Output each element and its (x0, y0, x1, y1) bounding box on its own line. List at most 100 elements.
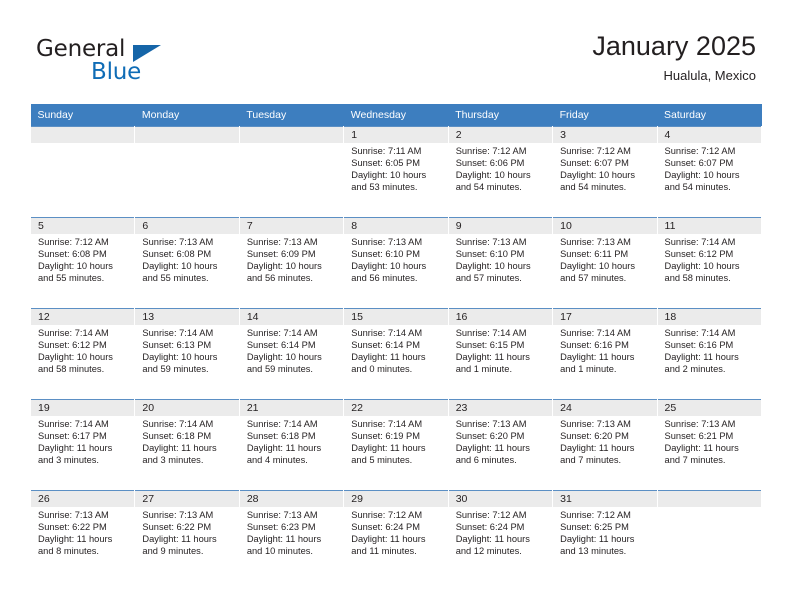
sunrise-text: Sunrise: 7:12 AM (38, 237, 109, 247)
day-number: 20 (135, 400, 239, 416)
daylight-text-line1: Daylight: 10 hours (246, 351, 322, 362)
day-details: Sunrise: 7:14 AM Sunset: 6:16 PM Daylight:… (553, 325, 656, 376)
calendar-cell-day: 26 Sunrise: 7:13 AM Sunset: 6:22 PM Dayligh… (31, 491, 135, 581)
calendar-cell[interactable]: 20 Sunrise: 7:14 AM Sunset: 6:18 PM Dayligh… (134, 399, 240, 491)
daylight-text-line1: Daylight: 11 hours (246, 442, 322, 453)
calendar-cell[interactable]: 10 Sunrise: 7:13 AM Sunset: 6:11 PM Dayligh… (552, 217, 658, 309)
calendar-cell[interactable]: 28 Sunrise: 7:13 AM Sunset: 6:23 PM Dayligh… (238, 490, 345, 581)
daylight-text-line2: and 3 minutes. (142, 454, 204, 465)
calendar-cell[interactable]: 29 Sunrise: 7:12 AM Sunset: 6:24 PM Dayligh… (343, 490, 449, 581)
daylight-text-line2: and 7 minutes. (664, 454, 726, 465)
day-number: 22 (344, 400, 448, 416)
calendar-cell[interactable]: 26 Sunrise: 7:13 AM Sunset: 6:22 PM Dayligh… (29, 490, 136, 581)
day-number: 10 (553, 218, 657, 234)
day-details: Sunrise: 7:12 AM Sunset: 6:07 PM Daylight:… (553, 143, 656, 194)
sunset-text: Sunset: 6:10 PM (455, 248, 525, 259)
brand-name-blue: Blue (91, 59, 142, 85)
calendar-cell-day: 3 Sunrise: 7:12 AM Sunset: 6:07 PM Daylight… (553, 127, 657, 217)
day-number (657, 491, 761, 507)
daylight-text-line1: Daylight: 11 hours (142, 533, 217, 544)
day-details: Sunrise: 7:14 AM Sunset: 6:17 PM Daylight:… (31, 416, 134, 467)
calendar-cell[interactable]: 18 Sunrise: 7:14 AM Sunset: 6:16 PM Dayligh… (656, 308, 763, 400)
day-details (240, 143, 343, 146)
page-header: General Blue January 2025 Hualula, Mexic… (0, 0, 792, 100)
calendar-cell-day: 7 Sunrise: 7:13 AM Sunset: 6:09 PM Daylight… (239, 218, 344, 308)
calendar-cell[interactable]: 22 Sunrise: 7:14 AM Sunset: 6:19 PM Dayligh… (343, 399, 449, 491)
day-number: 26 (31, 491, 135, 507)
day-details: Sunrise: 7:13 AM Sunset: 6:20 PM Daylight:… (553, 416, 656, 467)
calendar-cell-day: 11 Sunrise: 7:14 AM Sunset: 6:12 PM Dayligh… (657, 218, 761, 308)
sunset-text: Sunset: 6:13 PM (142, 339, 212, 350)
sunrise-text: Sunrise: 7:11 AM (351, 146, 422, 156)
calendar-cell-day: 18 Sunrise: 7:14 AM Sunset: 6:16 PM Dayligh… (657, 309, 761, 399)
calendar-cell[interactable]: 16 Sunrise: 7:14 AM Sunset: 6:15 PM Dayligh… (447, 308, 554, 400)
day-number: 27 (135, 491, 239, 507)
calendar-cell-day: 1 Sunrise: 7:11 AM Sunset: 6:05 PM Daylight… (344, 127, 448, 217)
calendar-cell[interactable]: 9 Sunrise: 7:13 AM Sunset: 6:10 PM Daylight… (447, 217, 554, 309)
sunrise-text: Sunrise: 7:13 AM (246, 237, 318, 247)
weekday-header-friday: Friday (552, 104, 658, 127)
calendar-cell[interactable]: 17 Sunrise: 7:14 AM Sunset: 6:16 PM Dayligh… (552, 308, 658, 400)
calendar-cell[interactable]: 30 Sunrise: 7:12 AM Sunset: 6:24 PM Dayligh… (447, 490, 554, 581)
calendar-cell[interactable]: 6 Sunrise: 7:13 AM Sunset: 6:08 PM Daylight… (134, 217, 240, 309)
calendar-table: Sunday Monday Tuesday Wednesday Thursday… (29, 104, 763, 581)
sunset-text: Sunset: 6:18 PM (246, 430, 316, 441)
daylight-text-line1: Daylight: 11 hours (38, 442, 113, 453)
calendar-cell[interactable]: 5 Sunrise: 7:12 AM Sunset: 6:08 PM Daylight… (29, 217, 136, 309)
calendar-cell[interactable] (29, 126, 136, 218)
calendar-cell[interactable]: 15 Sunrise: 7:14 AM Sunset: 6:14 PM Dayligh… (343, 308, 449, 400)
sunset-text: Sunset: 6:21 PM (664, 430, 734, 441)
calendar-cell[interactable]: 3 Sunrise: 7:12 AM Sunset: 6:07 PM Daylight… (552, 126, 658, 218)
sunrise-text: Sunrise: 7:13 AM (246, 510, 318, 520)
calendar-cell[interactable]: 27 Sunrise: 7:13 AM Sunset: 6:22 PM Dayligh… (134, 490, 240, 581)
daylight-text-line1: Daylight: 10 hours (38, 260, 113, 271)
calendar-cell[interactable] (134, 126, 240, 218)
daylight-text-line2: and 1 minute. (455, 363, 513, 374)
sunset-text: Sunset: 6:05 PM (351, 157, 420, 168)
calendar-cell-day: 5 Sunrise: 7:12 AM Sunset: 6:08 PM Daylight… (31, 218, 135, 308)
sunrise-text: Sunrise: 7:13 AM (351, 237, 423, 247)
sunset-text: Sunset: 6:20 PM (455, 430, 525, 441)
sunrise-text: Sunrise: 7:12 AM (351, 510, 423, 520)
day-details: Sunrise: 7:13 AM Sunset: 6:22 PM Daylight:… (135, 507, 238, 558)
calendar-cell[interactable]: 31 Sunrise: 7:12 AM Sunset: 6:25 PM Dayligh… (552, 490, 658, 581)
calendar-cell[interactable]: 24 Sunrise: 7:13 AM Sunset: 6:20 PM Dayligh… (552, 399, 658, 491)
calendar-cell[interactable]: 4 Sunrise: 7:12 AM Sunset: 6:07 PM Daylight… (656, 126, 763, 218)
calendar-cell[interactable]: 14 Sunrise: 7:14 AM Sunset: 6:14 PM Dayligh… (238, 308, 345, 400)
sunrise-text: Sunrise: 7:14 AM (38, 419, 109, 429)
sunrise-text: Sunrise: 7:13 AM (664, 419, 736, 429)
calendar-cell[interactable]: 21 Sunrise: 7:14 AM Sunset: 6:18 PM Dayligh… (238, 399, 345, 491)
calendar-cell[interactable]: 25 Sunrise: 7:13 AM Sunset: 6:21 PM Dayligh… (656, 399, 763, 491)
calendar-cell[interactable]: 8 Sunrise: 7:13 AM Sunset: 6:10 PM Daylight… (343, 217, 449, 309)
calendar-cell[interactable]: 1 Sunrise: 7:11 AM Sunset: 6:05 PM Daylight… (343, 126, 449, 218)
weekday-header-wednesday: Wednesday (343, 104, 449, 127)
day-details: Sunrise: 7:12 AM Sunset: 6:24 PM Daylight:… (449, 507, 552, 558)
day-details: Sunrise: 7:13 AM Sunset: 6:23 PM Daylight:… (240, 507, 343, 558)
calendar-cell[interactable]: 7 Sunrise: 7:13 AM Sunset: 6:09 PM Daylight… (238, 217, 345, 309)
sunset-text: Sunset: 6:23 PM (246, 521, 316, 532)
sunrise-text: Sunrise: 7:13 AM (560, 419, 631, 429)
calendar-cell-day: 12 Sunrise: 7:14 AM Sunset: 6:12 PM Dayligh… (31, 309, 135, 399)
calendar-cell[interactable] (656, 490, 763, 581)
calendar-cell[interactable]: 11 Sunrise: 7:14 AM Sunset: 6:12 PM Dayligh… (656, 217, 763, 309)
calendar-cell-day: 28 Sunrise: 7:13 AM Sunset: 6:23 PM Dayligh… (239, 491, 344, 581)
calendar-cell[interactable]: 12 Sunrise: 7:14 AM Sunset: 6:12 PM Dayligh… (29, 308, 136, 400)
calendar-cell[interactable]: 13 Sunrise: 7:14 AM Sunset: 6:13 PM Dayligh… (134, 308, 240, 400)
daylight-text-line1: Daylight: 10 hours (664, 260, 740, 271)
calendar-cell[interactable]: 2 Sunrise: 7:12 AM Sunset: 6:06 PM Daylight… (447, 126, 554, 218)
calendar-week-row: 12 Sunrise: 7:14 AM Sunset: 6:12 PM Dayligh… (29, 308, 763, 400)
sunrise-text: Sunrise: 7:14 AM (246, 328, 318, 338)
daylight-text-line2: and 59 minutes. (246, 363, 313, 374)
calendar-week-row: 1 Sunrise: 7:11 AM Sunset: 6:05 PM Daylight… (29, 126, 763, 218)
calendar-cell-empty (135, 127, 239, 217)
day-details: Sunrise: 7:12 AM Sunset: 6:25 PM Daylight:… (553, 507, 656, 558)
calendar-cell-empty (31, 127, 135, 217)
calendar-cell[interactable] (238, 126, 345, 218)
brand-logo[interactable]: General Blue (36, 36, 256, 88)
calendar-cell[interactable]: 19 Sunrise: 7:14 AM Sunset: 6:17 PM Dayligh… (29, 399, 136, 491)
day-details: Sunrise: 7:14 AM Sunset: 6:18 PM Daylight:… (240, 416, 343, 467)
daylight-text-line2: and 1 minute. (560, 363, 617, 374)
daylight-text-line1: Daylight: 11 hours (351, 442, 426, 453)
calendar-cell[interactable]: 23 Sunrise: 7:13 AM Sunset: 6:20 PM Dayligh… (447, 399, 554, 491)
calendar-cell-day: 10 Sunrise: 7:13 AM Sunset: 6:11 PM Dayligh… (553, 218, 657, 308)
